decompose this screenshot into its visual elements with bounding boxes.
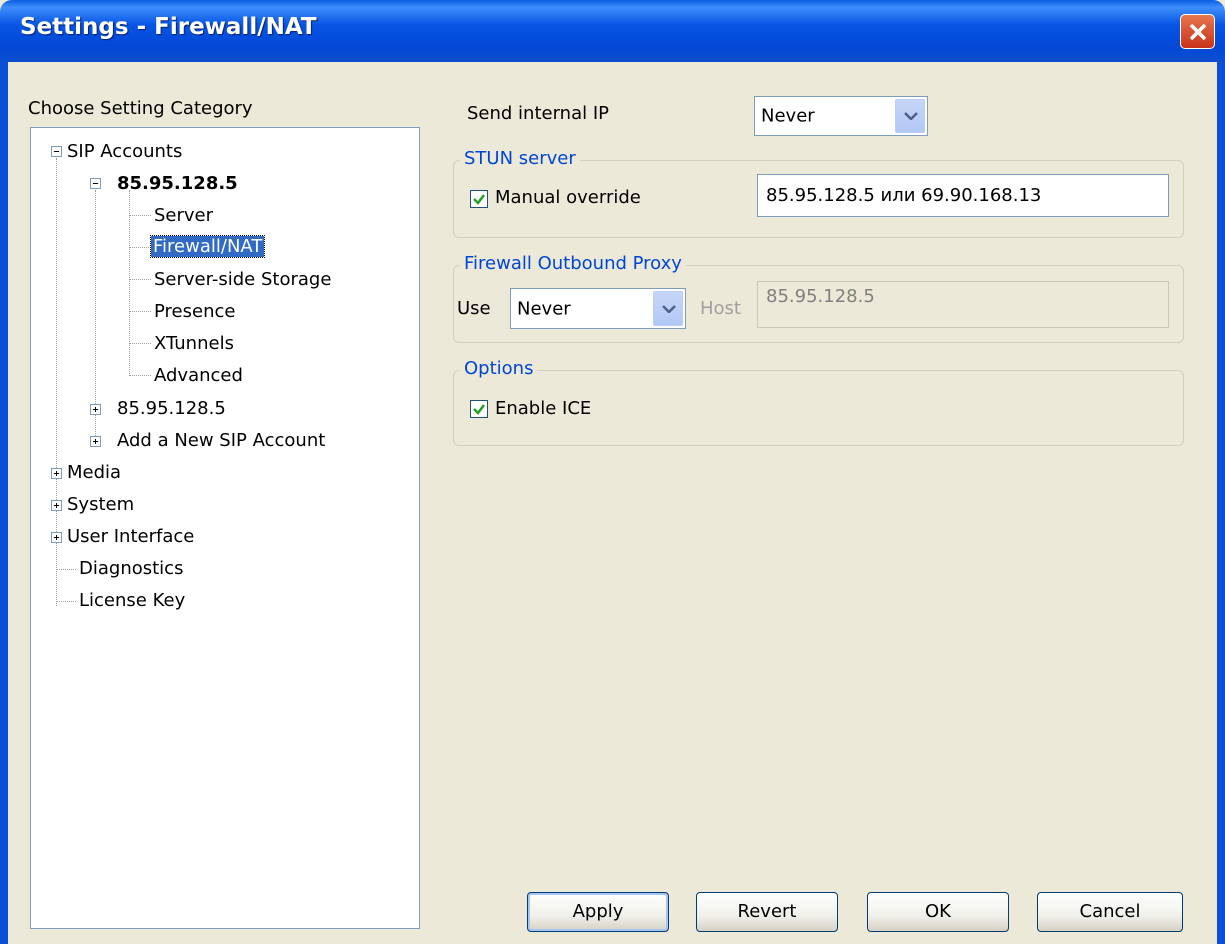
collapse-icon[interactable] <box>51 146 62 157</box>
send-internal-ip-value: Never <box>761 105 815 127</box>
enable-ice-label[interactable]: Enable ICE <box>495 398 591 419</box>
stun-server-input[interactable]: 85.95.128.5 или 69.90.168.13 <box>757 174 1169 217</box>
tree-item-server-side-storage[interactable]: Server-side Storage <box>154 268 331 292</box>
enable-ice-checkbox[interactable] <box>470 400 488 418</box>
apply-button[interactable]: Apply <box>527 892 669 932</box>
tree-item-media[interactable]: Media <box>67 461 121 485</box>
tree-item-firewall-nat[interactable]: Firewall/NAT <box>149 235 266 259</box>
checkmark-icon <box>473 404 485 415</box>
category-tree[interactable]: SIP Accounts 85.95.128.5 Server Firewall… <box>30 127 420 929</box>
tree-item-system[interactable]: System <box>67 493 134 517</box>
options-group-title: Options <box>460 358 538 379</box>
close-button[interactable] <box>1180 14 1215 49</box>
tree-item-account-2[interactable]: 85.95.128.5 <box>117 397 226 421</box>
checkmark-icon <box>473 194 485 205</box>
tree-line <box>56 569 76 570</box>
proxy-use-select[interactable]: Never <box>510 288 686 329</box>
manual-override-label[interactable]: Manual override <box>495 187 641 208</box>
close-icon <box>1189 23 1207 41</box>
tree-item-firewall-nat-label: Firewall/NAT <box>149 235 266 258</box>
tree-item-diagnostics[interactable]: Diagnostics <box>79 557 183 581</box>
tree-line <box>129 279 151 280</box>
proxy-host-input[interactable]: 85.95.128.5 <box>757 281 1169 328</box>
tree-item-user-interface[interactable]: User Interface <box>67 525 194 549</box>
send-internal-ip-select[interactable]: Never <box>754 96 928 136</box>
tree-item-advanced[interactable]: Advanced <box>154 364 243 388</box>
expand-icon[interactable] <box>51 468 62 479</box>
expand-icon[interactable] <box>90 404 101 415</box>
chevron-down-icon <box>904 112 918 120</box>
category-heading: Choose Setting Category <box>28 98 253 119</box>
proxy-use-value: Never <box>517 298 571 319</box>
stun-server-group-title: STUN server <box>460 148 580 169</box>
window-frame-left <box>0 62 8 944</box>
tree-line <box>129 215 151 216</box>
window-frame-right <box>1217 62 1225 944</box>
tree-line <box>95 190 96 440</box>
tree-item-account-active[interactable]: 85.95.128.5 <box>117 172 238 196</box>
dropdown-button[interactable] <box>895 99 925 133</box>
expand-icon[interactable] <box>51 500 62 511</box>
outbound-proxy-group-title: Firewall Outbound Proxy <box>460 253 686 274</box>
ok-button[interactable]: OK <box>867 892 1009 932</box>
send-internal-ip-label: Send internal IP <box>467 103 610 124</box>
collapse-icon[interactable] <box>90 178 101 189</box>
tree-item-server[interactable]: Server <box>154 204 213 228</box>
tree-line <box>129 375 151 376</box>
revert-button[interactable]: Revert <box>696 892 838 932</box>
cancel-button[interactable]: Cancel <box>1037 892 1183 932</box>
tree-line <box>56 601 76 602</box>
tree-item-license-key[interactable]: License Key <box>79 589 185 613</box>
window-title: Settings - Firewall/NAT <box>20 14 317 40</box>
tree-line <box>129 343 151 344</box>
chevron-down-icon <box>662 304 676 313</box>
tree-line <box>129 247 151 248</box>
tree-item-presence[interactable]: Presence <box>154 300 235 324</box>
tree-line <box>129 190 130 376</box>
proxy-use-label: Use <box>457 298 491 319</box>
tree-line <box>129 311 151 312</box>
proxy-host-label: Host <box>700 298 741 319</box>
expand-icon[interactable] <box>90 436 101 447</box>
dropdown-button[interactable] <box>653 291 683 326</box>
tree-item-sip-accounts[interactable]: SIP Accounts <box>67 140 182 164</box>
expand-icon[interactable] <box>51 532 62 543</box>
tree-item-add-sip-account[interactable]: Add a New SIP Account <box>117 429 325 453</box>
tree-item-xtunnels[interactable]: XTunnels <box>154 332 234 356</box>
manual-override-checkbox[interactable] <box>470 190 488 208</box>
